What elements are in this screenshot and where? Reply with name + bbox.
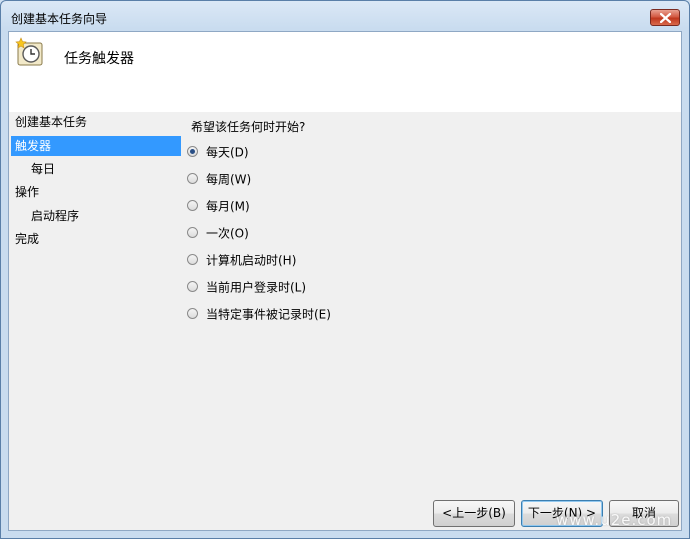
close-button[interactable] xyxy=(650,9,680,26)
radio-label: 当特定事件被记录时(E) xyxy=(206,307,331,322)
close-icon xyxy=(660,13,671,23)
radio-button[interactable] xyxy=(187,227,198,238)
radio-button[interactable] xyxy=(187,173,198,184)
radio-once[interactable]: 一次(O) xyxy=(187,224,249,242)
radio-button[interactable] xyxy=(187,200,198,211)
site-watermark: www.u2e.com xyxy=(556,511,673,529)
radio-on-startup[interactable]: 计算机启动时(H) xyxy=(187,251,296,269)
window-title: 创建基本任务向导 xyxy=(11,12,108,26)
trigger-question: 希望该任务何时开始? xyxy=(191,120,306,134)
wizard-window: 创建基本任务向导 任务触发器 创建基本任务 触发器 每日 操作 启动程序 完成 … xyxy=(0,0,690,539)
radio-label: 每天(D) xyxy=(206,145,249,160)
radio-button-checked[interactable] xyxy=(187,146,198,157)
radio-label: 每周(W) xyxy=(206,172,252,187)
wizard-client-area: 任务触发器 创建基本任务 触发器 每日 操作 启动程序 完成 希望该任务何时开始… xyxy=(8,31,682,531)
radio-button[interactable] xyxy=(187,308,198,319)
wizard-header: 任务触发器 xyxy=(9,32,681,112)
radio-monthly[interactable]: 每月(M) xyxy=(187,197,250,215)
radio-button[interactable] xyxy=(187,254,198,265)
radio-on-logon[interactable]: 当前用户登录时(L) xyxy=(187,278,306,296)
wizard-steps-nav: 创建基本任务 触发器 每日 操作 启动程序 完成 xyxy=(9,112,181,292)
nav-step-action[interactable]: 操作 xyxy=(11,182,181,202)
task-clock-icon xyxy=(15,37,43,66)
radio-button[interactable] xyxy=(187,281,198,292)
nav-step-create-basic-task[interactable]: 创建基本任务 xyxy=(11,112,181,132)
radio-label: 每月(M) xyxy=(206,199,250,214)
radio-label: 当前用户登录时(L) xyxy=(206,280,307,295)
nav-step-start-program[interactable]: 启动程序 xyxy=(11,206,181,226)
nav-step-trigger[interactable]: 触发器 xyxy=(11,136,181,156)
radio-weekly[interactable]: 每周(W) xyxy=(187,170,251,188)
nav-step-finish[interactable]: 完成 xyxy=(11,229,181,249)
title-bar: 创建基本任务向导 xyxy=(1,1,689,31)
radio-on-event[interactable]: 当特定事件被记录时(E) xyxy=(187,305,331,323)
back-button[interactable]: <上一步(B) xyxy=(433,500,515,527)
nav-step-daily[interactable]: 每日 xyxy=(11,159,181,179)
page-title: 任务触发器 xyxy=(64,51,134,67)
radio-label: 计算机启动时(H) xyxy=(206,253,297,268)
radio-daily[interactable]: 每天(D) xyxy=(187,143,249,161)
radio-label: 一次(O) xyxy=(206,226,249,241)
